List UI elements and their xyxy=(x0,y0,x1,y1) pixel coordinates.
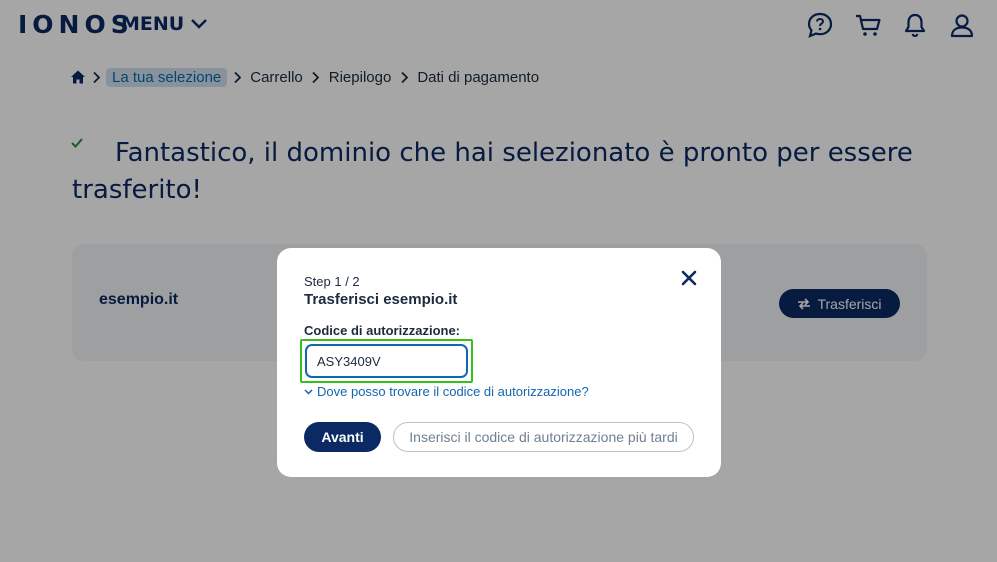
next-button[interactable]: Avanti xyxy=(304,422,381,452)
close-icon[interactable] xyxy=(679,268,699,288)
help-link-label: Dove posso trovare il codice di autorizz… xyxy=(317,384,589,399)
auth-code-highlight xyxy=(300,339,473,383)
dialog-title: Trasferisci esempio.it xyxy=(304,291,458,308)
chevron-down-icon xyxy=(304,388,313,395)
auth-code-input[interactable] xyxy=(305,344,468,378)
auth-code-label: Codice di autorizzazione: xyxy=(304,323,461,338)
enter-later-button[interactable]: Inserisci il codice di autorizzazione pi… xyxy=(393,422,694,452)
transfer-dialog: Step 1 / 2 Trasferisci esempio.it Codice… xyxy=(277,248,721,477)
step-indicator: Step 1 / 2 xyxy=(304,274,360,289)
help-link[interactable]: Dove posso trovare il codice di autorizz… xyxy=(304,384,589,399)
